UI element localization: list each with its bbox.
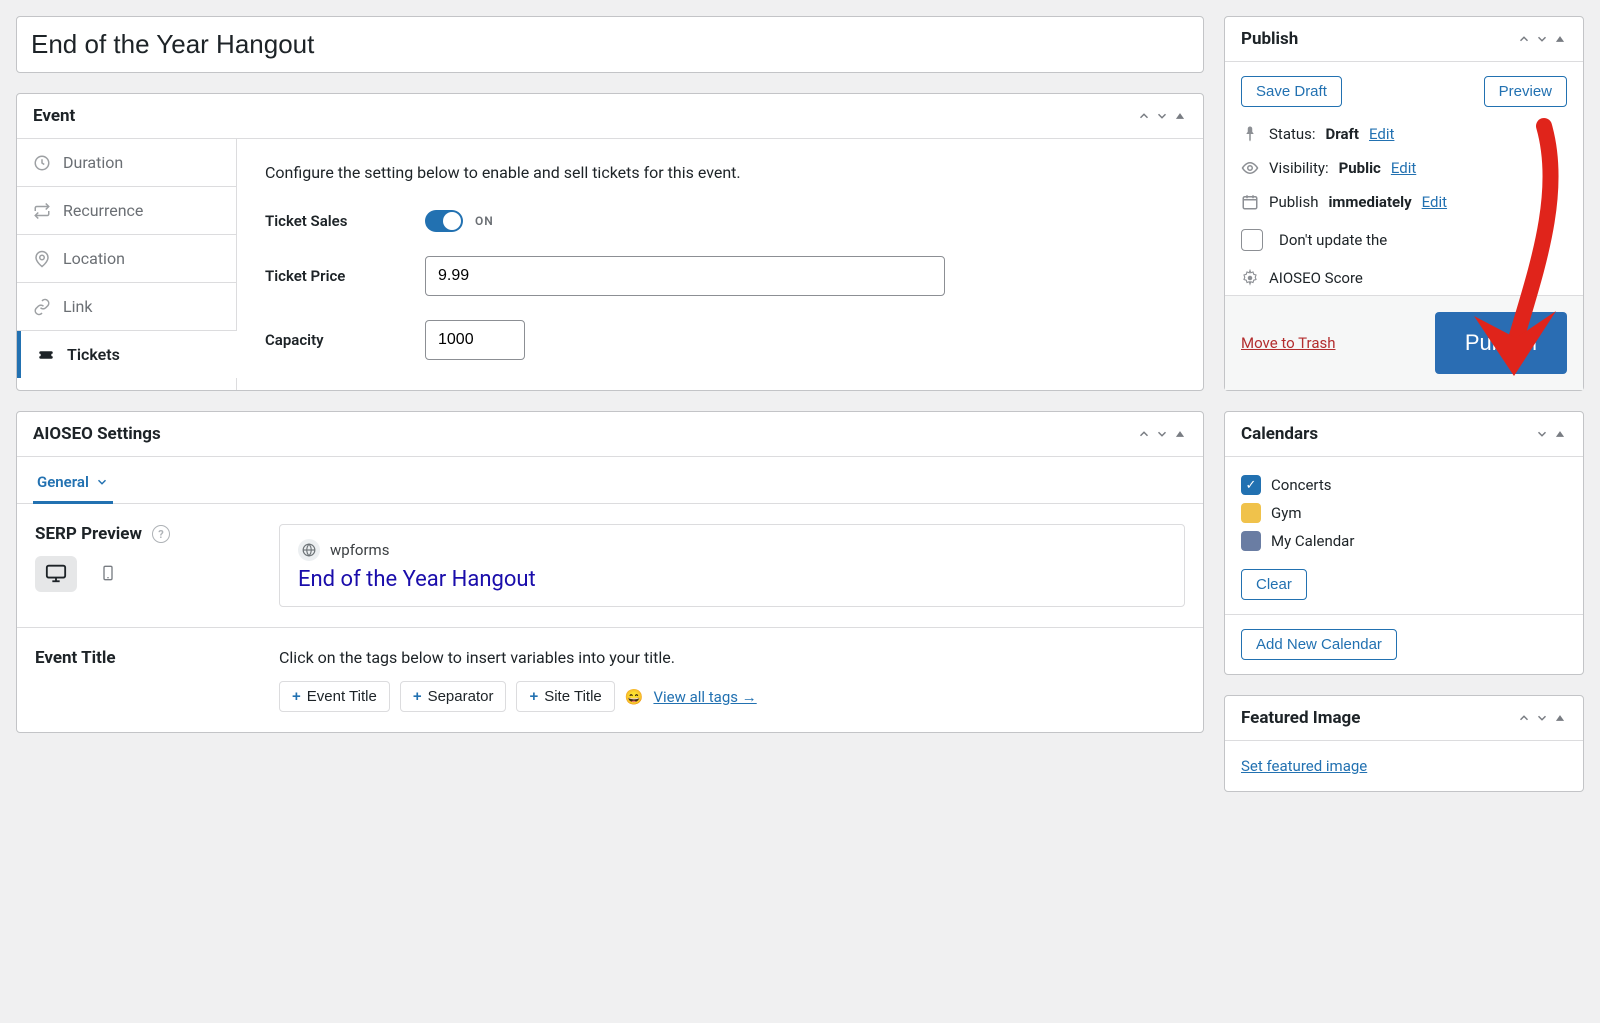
chevron-down-icon (95, 475, 109, 489)
dont-update-checkbox[interactable] (1241, 229, 1263, 251)
aioseo-panel: AIOSEO Settings General SERP Preview ? (16, 411, 1204, 733)
visibility-label: Visibility: (1269, 159, 1329, 177)
schedule-value: immediately (1328, 193, 1411, 211)
edit-schedule-link[interactable]: Edit (1422, 193, 1447, 211)
mobile-icon (100, 562, 116, 587)
set-featured-image-link[interactable]: Set featured image (1241, 757, 1367, 775)
status-label: Status: (1269, 125, 1316, 143)
repeat-icon (33, 202, 51, 220)
featured-image-panel: Featured Image Set featured image (1224, 695, 1584, 792)
tab-link[interactable]: Link (17, 283, 236, 331)
aioseo-general-tab[interactable]: General (33, 463, 113, 504)
emoji-icon[interactable]: 😄 (625, 688, 644, 706)
status-value: Draft (1326, 125, 1359, 143)
ticket-sales-label: Ticket Sales (265, 212, 425, 230)
edit-visibility-link[interactable]: Edit (1391, 159, 1416, 177)
event-tabs: Duration Recurrence Location Link (17, 139, 237, 390)
aioseo-panel-title: AIOSEO Settings (33, 424, 161, 444)
move-to-trash-link[interactable]: Move to Trash (1241, 334, 1335, 352)
calendar-item-gym[interactable]: Gym (1241, 499, 1567, 527)
calendar-icon (1241, 193, 1259, 211)
triangle-up-icon[interactable] (1553, 711, 1567, 725)
eye-icon (1241, 159, 1259, 177)
chevron-down-icon[interactable] (1535, 427, 1549, 441)
ticket-sales-state: ON (475, 214, 494, 228)
view-all-tags-link[interactable]: View all tags → (653, 688, 756, 706)
plus-icon: + (529, 688, 538, 705)
triangle-up-icon[interactable] (1553, 32, 1567, 46)
schedule-prefix: Publish (1269, 193, 1318, 211)
clock-icon (33, 154, 51, 172)
tag-separator-button[interactable]: +Separator (400, 681, 507, 712)
tab-location[interactable]: Location (17, 235, 236, 283)
checkbox-icon (1241, 503, 1261, 523)
chevron-down-icon[interactable] (1155, 427, 1169, 441)
triangle-up-icon[interactable] (1173, 427, 1187, 441)
calendars-panel-title: Calendars (1241, 424, 1318, 444)
event-title-desc: Click on the tags below to insert variab… (279, 648, 1185, 667)
serp-title: End of the Year Hangout (298, 567, 1166, 592)
event-panel: Event Duration Recurrence (16, 93, 1204, 391)
tickets-intro: Configure the setting below to enable an… (265, 163, 1175, 182)
pin-icon (1241, 125, 1259, 143)
add-new-calendar-button[interactable]: Add New Calendar (1241, 629, 1397, 660)
chevron-up-icon[interactable] (1137, 427, 1151, 441)
event-panel-title: Event (33, 106, 75, 126)
plus-icon: + (413, 688, 422, 705)
calendars-panel: Calendars ✓ Concerts Gym My Calendar (1224, 411, 1584, 675)
ticket-sales-toggle[interactable] (425, 210, 463, 232)
tickets-settings: Configure the setting below to enable an… (237, 139, 1203, 390)
calendar-item-my-calendar[interactable]: My Calendar (1241, 527, 1567, 555)
chevron-up-icon[interactable] (1517, 711, 1531, 725)
plus-icon: + (292, 688, 301, 705)
checkbox-icon (1241, 531, 1261, 551)
publish-panel-title: Publish (1241, 29, 1298, 49)
tab-duration[interactable]: Duration (17, 139, 236, 187)
help-icon[interactable]: ? (152, 525, 170, 543)
ticket-icon (37, 346, 55, 364)
tag-event-title-button[interactable]: +Event Title (279, 681, 390, 712)
ticket-price-input[interactable] (425, 256, 945, 296)
serp-preview-card: wpforms End of the Year Hangout (279, 524, 1185, 607)
gear-icon (1241, 269, 1259, 287)
visibility-value: Public (1339, 159, 1381, 177)
tag-site-title-button[interactable]: +Site Title (516, 681, 614, 712)
edit-status-link[interactable]: Edit (1369, 125, 1394, 143)
map-pin-icon (33, 250, 51, 268)
globe-icon (298, 539, 320, 561)
chevron-down-icon[interactable] (1155, 109, 1169, 123)
aioseo-score-label: AIOSEO Score (1269, 269, 1363, 287)
post-title-input[interactable] (16, 16, 1204, 73)
clear-calendars-button[interactable]: Clear (1241, 569, 1307, 600)
ticket-price-label: Ticket Price (265, 267, 425, 285)
capacity-label: Capacity (265, 331, 425, 349)
link-icon (33, 298, 51, 316)
desktop-preview-button[interactable] (35, 556, 77, 592)
serp-preview-label: SERP Preview (35, 524, 142, 544)
chevron-down-icon[interactable] (1535, 32, 1549, 46)
tab-recurrence[interactable]: Recurrence (17, 187, 236, 235)
desktop-icon (45, 562, 67, 587)
preview-button[interactable]: Preview (1484, 76, 1567, 107)
event-title-label: Event Title (35, 648, 279, 668)
serp-site-name: wpforms (330, 541, 389, 559)
chevron-up-icon[interactable] (1517, 32, 1531, 46)
publish-panel: Publish Save Draft Preview Status: Draft… (1224, 16, 1584, 391)
capacity-input[interactable] (425, 320, 525, 360)
tab-tickets[interactable]: Tickets (17, 331, 237, 378)
triangle-up-icon[interactable] (1173, 109, 1187, 123)
save-draft-button[interactable]: Save Draft (1241, 76, 1342, 107)
dont-update-label: Don't update the (1279, 231, 1387, 249)
featured-image-panel-title: Featured Image (1241, 708, 1360, 728)
publish-button[interactable]: Publish (1435, 312, 1567, 374)
chevron-down-icon[interactable] (1535, 711, 1549, 725)
calendar-item-concerts[interactable]: ✓ Concerts (1241, 471, 1567, 499)
chevron-up-icon[interactable] (1137, 109, 1151, 123)
mobile-preview-button[interactable] (87, 556, 129, 592)
checkbox-checked-icon: ✓ (1241, 475, 1261, 495)
triangle-up-icon[interactable] (1553, 427, 1567, 441)
